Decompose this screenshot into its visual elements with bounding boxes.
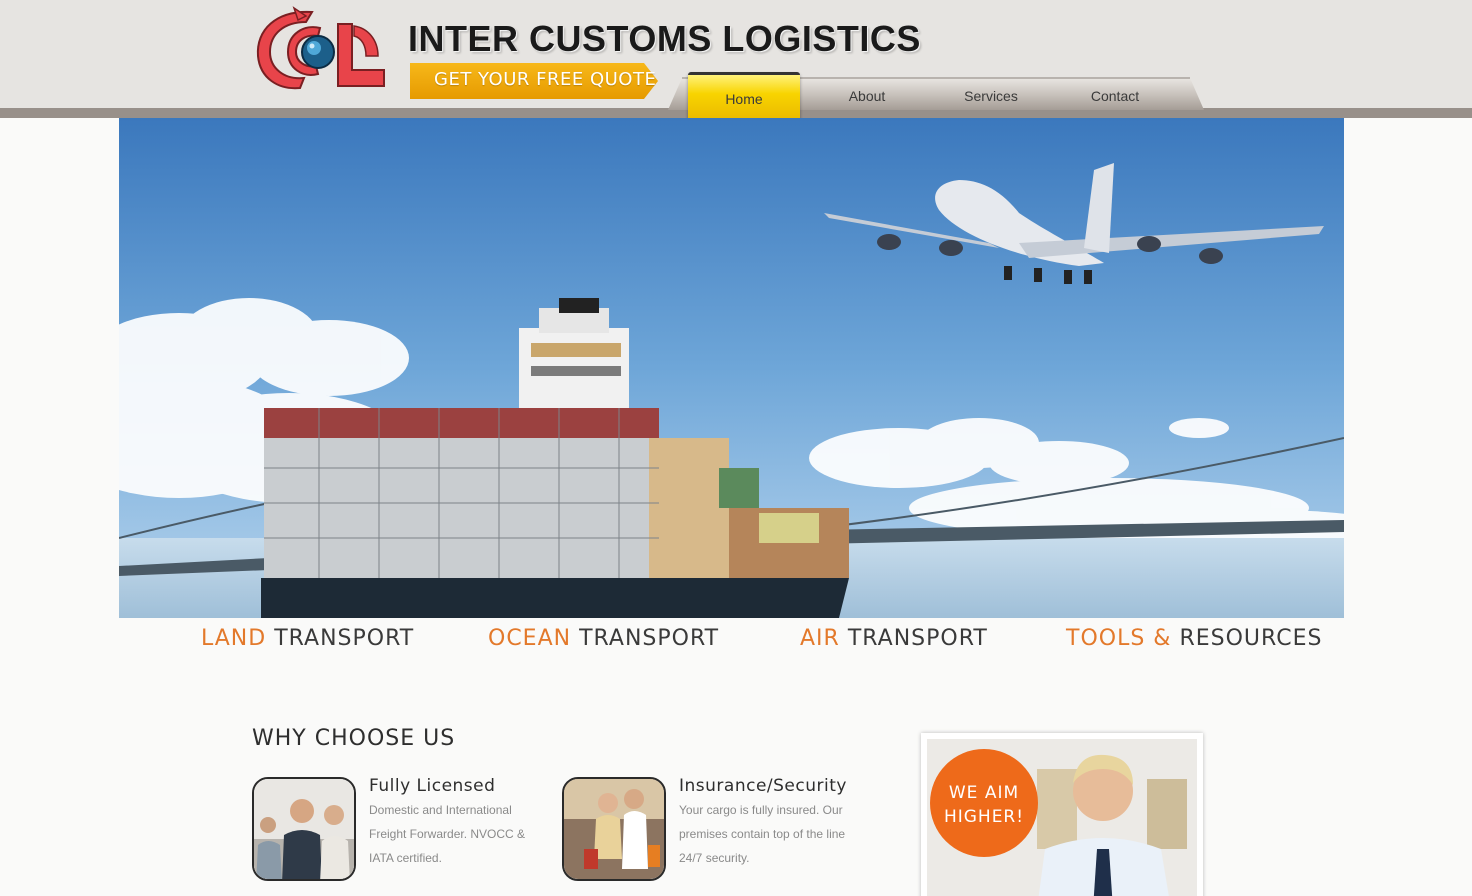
- nav-contact[interactable]: Contact: [1070, 88, 1160, 104]
- why-choose-us-heading: WHY CHOOSE US: [252, 726, 456, 751]
- nav-services[interactable]: Services: [946, 88, 1036, 104]
- hero-banner-image: [119, 118, 1344, 618]
- promo-line-1: WE AIM: [948, 783, 1020, 803]
- category-tools-resources[interactable]: TOOLS & RESOURCES: [1066, 626, 1322, 651]
- feature-insurance-text: Your cargo is fully insured. Our premise…: [679, 803, 846, 865]
- promo-box[interactable]: WE AIM HIGHER!: [921, 733, 1203, 896]
- category-land-highlight: LAND: [201, 626, 267, 651]
- category-ocean-highlight: OCEAN: [488, 626, 572, 651]
- feature-licensed-title: Fully Licensed: [369, 776, 496, 796]
- company-logo[interactable]: [254, 6, 388, 92]
- feature-licensed-text: Domestic and International Freight Forwa…: [369, 803, 526, 865]
- category-land-rest: TRANSPORT: [274, 626, 415, 651]
- feature-insurance-title: Insurance/Security: [679, 776, 847, 796]
- free-quote-label: GET YOUR FREE QUOTE: [434, 69, 657, 90]
- category-tools-highlight: TOOLS &: [1066, 626, 1172, 651]
- promo-line-2: HIGHER!: [943, 807, 1025, 827]
- free-quote-button[interactable]: GET YOUR FREE QUOTE: [410, 63, 658, 99]
- insurance-feature-image: [562, 777, 666, 881]
- category-ocean-rest: TRANSPORT: [579, 626, 720, 651]
- category-tools-rest: RESOURCES: [1179, 626, 1323, 651]
- nav-home-label: Home: [725, 91, 763, 107]
- promo-image: WE AIM HIGHER!: [927, 739, 1197, 896]
- brand-title: INTER CUSTOMS LOGISTICS: [408, 18, 921, 59]
- nav-home[interactable]: Home: [688, 72, 800, 122]
- promo-badge: WE AIM HIGHER!: [930, 749, 1038, 857]
- category-air-transport[interactable]: AIR TRANSPORT: [800, 626, 988, 651]
- category-land-transport[interactable]: LAND TRANSPORT: [201, 626, 414, 651]
- licensed-feature-image: [252, 777, 356, 881]
- category-ocean-transport[interactable]: OCEAN TRANSPORT: [488, 626, 719, 651]
- category-air-rest: TRANSPORT: [847, 626, 988, 651]
- nav-about[interactable]: About: [822, 88, 912, 104]
- category-air-highlight: AIR: [800, 626, 840, 651]
